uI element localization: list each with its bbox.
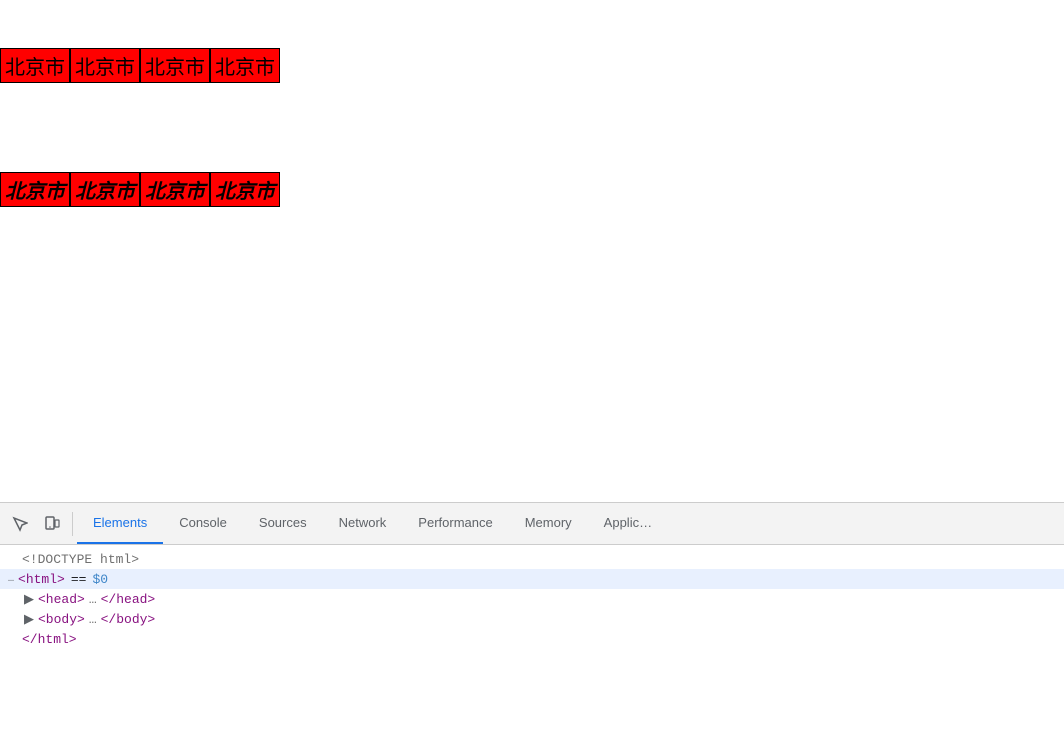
- tab-sources[interactable]: Sources: [243, 503, 323, 544]
- body-close-tag: </body>: [101, 612, 156, 627]
- head-open-tag: <head>: [38, 592, 85, 607]
- tab-application[interactable]: Applic…: [588, 503, 668, 544]
- html-tag-line[interactable]: … <html> == $0: [0, 569, 1064, 589]
- html-close-line: </html>: [0, 629, 1064, 649]
- devtools-panel: Elements Console Sources Network Perform…: [0, 502, 1064, 729]
- tab-memory[interactable]: Memory: [509, 503, 588, 544]
- expand-dots: …: [8, 574, 14, 585]
- head-ellipsis: …: [89, 592, 97, 607]
- head-close-tag: </head>: [101, 592, 156, 607]
- devtools-toolbar: Elements Console Sources Network Perform…: [0, 503, 1064, 545]
- char-2-2: 北京市: [70, 172, 140, 207]
- doctype-toggle: [8, 552, 18, 567]
- doctype-line: <!DOCTYPE html>: [0, 549, 1064, 569]
- text-row-1: 北京市 北京市 北京市 北京市: [0, 48, 280, 83]
- tab-performance[interactable]: Performance: [402, 503, 508, 544]
- devtools-dom-content: <!DOCTYPE html> … <html> == $0 ▶ <head> …: [0, 545, 1064, 730]
- text-row-2: 北京市 北京市 北京市 北京市: [0, 172, 280, 207]
- devtools-tabs: Elements Console Sources Network Perform…: [77, 503, 1060, 544]
- equals-sign: ==: [71, 572, 87, 587]
- html-close-toggle: [8, 632, 18, 647]
- html-close-tag: </html>: [22, 632, 77, 647]
- char-2-4: 北京市: [210, 172, 280, 207]
- body-open-tag: <body>: [38, 612, 85, 627]
- tab-console[interactable]: Console: [163, 503, 243, 544]
- tab-elements[interactable]: Elements: [77, 503, 163, 544]
- inspect-element-button[interactable]: [4, 508, 36, 540]
- doctype-text: <!DOCTYPE html>: [22, 552, 139, 567]
- body-ellipsis: …: [89, 612, 97, 627]
- char-1-1: 北京市: [0, 48, 70, 83]
- char-2-3: 北京市: [140, 172, 210, 207]
- page-content: 北京市 北京市 北京市 北京市 北京市 北京市 北京市 北京市: [0, 0, 1064, 502]
- body-toggle[interactable]: ▶: [24, 612, 34, 627]
- body-tag-line[interactable]: ▶ <body> … </body>: [0, 609, 1064, 629]
- char-1-2: 北京市: [70, 48, 140, 83]
- head-tag-line[interactable]: ▶ <head> … </head>: [0, 589, 1064, 609]
- char-1-3: 北京市: [140, 48, 210, 83]
- char-2-1: 北京市: [0, 172, 70, 207]
- char-1-4: 北京市: [210, 48, 280, 83]
- dollar-zero: $0: [92, 572, 108, 587]
- device-toggle-button[interactable]: [36, 508, 68, 540]
- tab-network[interactable]: Network: [323, 503, 403, 544]
- html-open-tag: <html>: [18, 572, 65, 587]
- toolbar-separator: [72, 512, 73, 536]
- head-toggle[interactable]: ▶: [24, 592, 34, 607]
